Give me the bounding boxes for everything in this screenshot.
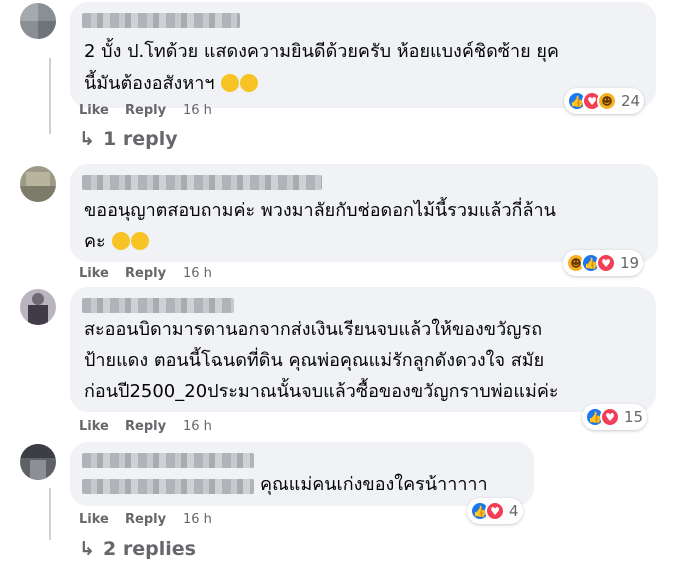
reaction-count: 4 [509, 502, 519, 520]
timestamp[interactable]: 16 h [183, 512, 212, 527]
reply-button[interactable]: Reply [125, 512, 166, 527]
comment-text: คุณแม่คนเก่งของใครน้าาาาา [260, 474, 488, 495]
view-replies-link[interactable]: ↳ 1 reply [79, 128, 178, 150]
love-icon: ♥ [485, 501, 505, 521]
love-icon: ♥ [600, 407, 620, 427]
avatar[interactable] [20, 3, 56, 39]
reply-arrow-icon: ↳ [79, 128, 95, 150]
author-name[interactable] [82, 13, 240, 28]
avatar[interactable] [20, 166, 56, 202]
like-button[interactable]: Like [79, 266, 109, 281]
thread-line [49, 488, 51, 540]
timestamp[interactable]: 16 h [183, 103, 212, 118]
comment-bubble: ขออนุญาตสอบถามค่ะ พวงมาลัยกับช่อดอกไม้นี… [70, 164, 658, 262]
view-replies-link[interactable]: ↳ 2 replies [79, 538, 196, 560]
like-button[interactable]: Like [79, 419, 109, 434]
reply-button[interactable]: Reply [125, 419, 166, 434]
comment-text: นี้มันต้องอสังหาฯ [84, 68, 259, 99]
reaction-count: 15 [624, 408, 644, 426]
like-button[interactable]: Like [79, 103, 109, 118]
haha-icon: ☻ [597, 91, 617, 111]
author-name [82, 479, 254, 494]
avatar[interactable] [20, 289, 56, 325]
reaction-count: 19 [620, 254, 640, 272]
love-icon: ♥ [596, 253, 616, 273]
avatar[interactable] [20, 444, 56, 480]
joy-emoji [131, 232, 150, 250]
timestamp[interactable]: 16 h [183, 419, 212, 434]
author-name[interactable] [82, 298, 234, 313]
reaction-count: 24 [621, 92, 641, 110]
thread-line [49, 58, 51, 134]
comment-bubble: คุณแม่คนเก่งของใครน้าาาาา [70, 442, 534, 506]
comment-text: ป้ายแดง ตอนนี้โฉนดที่ดิน คุณพ่อคุณแม่รัก… [84, 350, 545, 371]
comment-text: 2 บั้ง ป.โทด้วย แสดงความยินดีด้วยครับ ห้… [84, 41, 559, 62]
rofl-emoji [240, 74, 259, 92]
comment-text: คะ [84, 226, 150, 257]
like-button[interactable]: Like [79, 512, 109, 527]
reaction-summary[interactable]: ☻ 👍 ♥ 19 [563, 250, 644, 276]
reaction-summary[interactable]: 👍 ♥ ☻ 24 [564, 88, 645, 114]
reaction-summary[interactable]: 👍 ♥ 4 [467, 498, 523, 524]
reply-button[interactable]: Reply [125, 266, 166, 281]
reaction-summary[interactable]: 👍 ♥ 15 [582, 404, 648, 430]
rofl-emoji [221, 74, 240, 92]
comment-bubble: สะออนบิดามารดานอกจากส่งเงินเรียนจบแล้วให… [70, 287, 656, 412]
author-name[interactable] [82, 453, 254, 468]
comment-text: ก่อนปี2500_20ประมาณนั้นจบแล้วซื้อของขวัญ… [84, 381, 559, 402]
timestamp[interactable]: 16 h [183, 266, 212, 281]
joy-emoji [112, 232, 131, 250]
reply-button[interactable]: Reply [125, 103, 166, 118]
comment-text: สะออนบิดามารดานอกจากส่งเงินเรียนจบแล้วให… [84, 319, 543, 340]
comment-text: ขออนุญาตสอบถามค่ะ พวงมาลัยกับช่อดอกไม้นี… [84, 200, 556, 221]
reply-arrow-icon: ↳ [79, 538, 95, 560]
author-name[interactable] [82, 175, 322, 190]
